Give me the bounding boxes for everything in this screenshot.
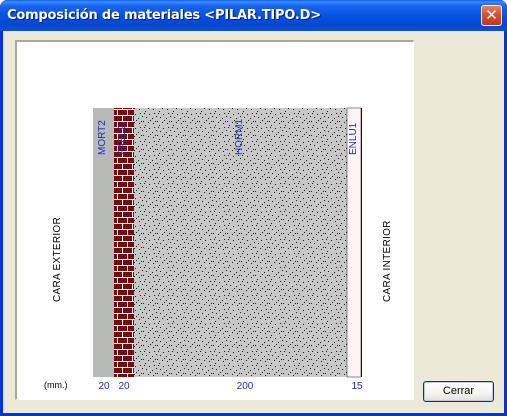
dialog-window: Composición de materiales <PILAR.TIPO.D>…: [0, 0, 507, 416]
close-icon[interactable]: ✕: [481, 5, 502, 26]
layer-label-horm1: HORM1: [234, 118, 245, 155]
layer-label-enlu1: ENLU1: [348, 122, 359, 155]
exterior-face-label: CARA EXTERIOR: [52, 216, 63, 302]
composition-panel: MORT2 FABL9 HORM1 ENLU1 CARA EXTERIOR CA…: [15, 40, 414, 400]
interior-face-label: CARA INTERIOR: [382, 220, 393, 302]
thickness-enlu1: 15: [351, 381, 363, 392]
title-bar[interactable]: Composición de materiales <PILAR.TIPO.D>…: [0, 0, 507, 31]
thickness-horm1: 200: [236, 381, 254, 392]
dialog-body: MORT2 FABL9 HORM1 ENLU1 CARA EXTERIOR CA…: [3, 31, 504, 413]
window-title: Composición de materiales <PILAR.TIPO.D>: [7, 8, 321, 23]
thickness-fabl9: 20: [118, 381, 130, 392]
layer-label-fabl9: FABL9: [117, 124, 128, 155]
units-label: (mm.): [44, 380, 68, 390]
layer-label-mort2: MORT2: [97, 120, 108, 155]
cerrar-button[interactable]: Cerrar: [423, 381, 494, 402]
